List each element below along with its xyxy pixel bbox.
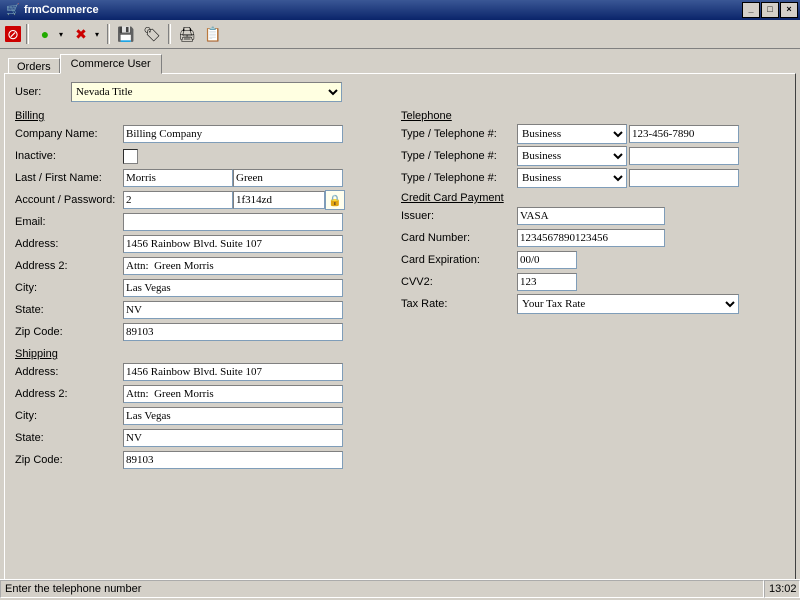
telephone-heading: Telephone	[401, 110, 785, 122]
user-select[interactable]: Nevada Title	[71, 82, 342, 102]
company-label: Company Name:	[15, 128, 123, 140]
minimize-button[interactable]: _	[742, 2, 760, 18]
cvv2-label: CVV2:	[401, 276, 517, 288]
email-label: Email:	[15, 216, 123, 228]
window-title: frmCommerce	[24, 4, 742, 16]
last-first-label: Last / First Name:	[15, 172, 123, 184]
b-state-input[interactable]	[123, 301, 343, 319]
s-city-input[interactable]	[123, 407, 343, 425]
status-message: Enter the telephone number	[0, 580, 764, 598]
b-address2-label: Address 2:	[15, 260, 123, 272]
cvv2-input[interactable]	[517, 273, 577, 291]
acct-pw-label: Account / Password:	[15, 194, 123, 206]
issuer-input[interactable]	[517, 207, 665, 225]
taxrate-select[interactable]: Your Tax Rate	[517, 294, 739, 314]
s-state-input[interactable]	[123, 429, 343, 447]
shipping-heading: Shipping	[15, 348, 393, 360]
maximize-button[interactable]: □	[761, 2, 779, 18]
tel1-label: Type / Telephone #:	[401, 128, 517, 140]
taxrate-label: Tax Rate:	[401, 298, 517, 310]
account-input[interactable]	[123, 191, 233, 209]
tel2-type-select[interactable]: Business	[517, 146, 627, 166]
print-icon[interactable]: 🖨	[175, 22, 199, 46]
first-name-input[interactable]	[233, 169, 343, 187]
app-icon: 🛒	[6, 3, 20, 17]
tag-icon[interactable]: 🏷	[140, 22, 164, 46]
tel1-type-select[interactable]: Business	[517, 124, 627, 144]
b-zip-label: Zip Code:	[15, 326, 123, 338]
tel2-label: Type / Telephone #:	[401, 150, 517, 162]
tel3-label: Type / Telephone #:	[401, 172, 517, 184]
delete-dropdown-icon[interactable]: ▾	[95, 30, 103, 39]
add-icon[interactable]: ●	[33, 22, 57, 46]
separator	[168, 24, 171, 44]
tab-strip: Orders Commerce User	[0, 49, 800, 73]
close-button[interactable]: ×	[780, 2, 798, 18]
delete-icon[interactable]: ✖	[69, 22, 93, 46]
b-zip-input[interactable]	[123, 323, 343, 341]
b-address-label: Address:	[15, 238, 123, 250]
s-address2-input[interactable]	[123, 385, 343, 403]
cc-heading: Credit Card Payment	[401, 192, 785, 204]
cardexp-input[interactable]	[517, 251, 577, 269]
s-address2-label: Address 2:	[15, 388, 123, 400]
stop-icon[interactable]: ⊘	[4, 25, 22, 43]
commerce-user-panel: User: Nevada Title Billing Company Name:…	[4, 73, 796, 587]
cardexp-label: Card Expiration:	[401, 254, 517, 266]
tel3-input[interactable]	[629, 169, 739, 187]
user-label: User:	[15, 86, 71, 98]
toolbar: ⊘ ● ▾ ✖ ▾ 💾 🏷 🖨 📋	[0, 20, 800, 49]
s-address-label: Address:	[15, 366, 123, 378]
b-city-input[interactable]	[123, 279, 343, 297]
s-zip-input[interactable]	[123, 451, 343, 469]
s-city-label: City:	[15, 410, 123, 422]
cardnum-input[interactable]	[517, 229, 665, 247]
separator	[107, 24, 110, 44]
company-input[interactable]	[123, 125, 343, 143]
billing-heading: Billing	[15, 110, 393, 122]
cardnum-label: Card Number:	[401, 232, 517, 244]
tel3-type-select[interactable]: Business	[517, 168, 627, 188]
b-state-label: State:	[15, 304, 123, 316]
issuer-label: Issuer:	[401, 210, 517, 222]
b-address-input[interactable]	[123, 235, 343, 253]
s-state-label: State:	[15, 432, 123, 444]
b-city-label: City:	[15, 282, 123, 294]
lock-icon[interactable]: 🔒	[325, 190, 345, 210]
b-address2-input[interactable]	[123, 257, 343, 275]
tel1-input[interactable]	[629, 125, 739, 143]
status-time: 13:02	[764, 580, 800, 598]
s-address-input[interactable]	[123, 363, 343, 381]
copy-icon[interactable]: 📋	[201, 22, 225, 46]
add-dropdown-icon[interactable]: ▾	[59, 30, 67, 39]
inactive-label: Inactive:	[15, 150, 123, 162]
titlebar: 🛒 frmCommerce _ □ ×	[0, 0, 800, 20]
separator	[26, 24, 29, 44]
email-input[interactable]	[123, 213, 343, 231]
s-zip-label: Zip Code:	[15, 454, 123, 466]
status-bar: Enter the telephone number 13:02	[0, 579, 800, 600]
last-name-input[interactable]	[123, 169, 233, 187]
tel2-input[interactable]	[629, 147, 739, 165]
inactive-checkbox[interactable]	[123, 149, 138, 164]
password-input[interactable]	[233, 191, 325, 209]
tab-commerce-user[interactable]: Commerce User	[60, 54, 162, 74]
save-icon[interactable]: 💾	[114, 22, 138, 46]
